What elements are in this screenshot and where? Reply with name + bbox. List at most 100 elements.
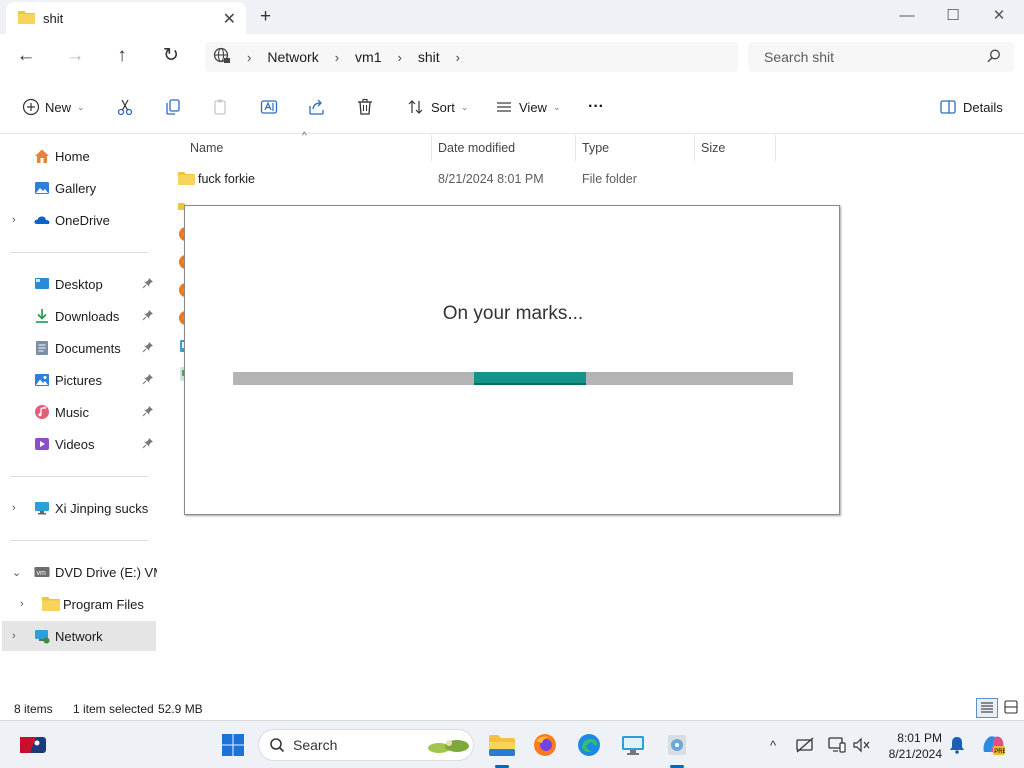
breadcrumb-separator[interactable]: ›: [456, 50, 460, 65]
chevron-right-icon[interactable]: ›: [12, 502, 16, 514]
sidebar-item-label: Network: [55, 628, 103, 644]
delete-button[interactable]: [354, 94, 376, 120]
progress-indicator: [474, 372, 586, 385]
volume-muted-icon[interactable]: [852, 735, 872, 755]
chevron-down-icon: ⌄: [460, 101, 469, 112]
tiles-view-button[interactable]: [1000, 698, 1022, 718]
back-button[interactable]: ←: [12, 44, 40, 70]
minimize-button[interactable]: —: [884, 4, 930, 30]
maximize-button[interactable]: ☐: [930, 4, 976, 30]
file-date: 8/21/2024 8:01 PM: [438, 172, 544, 186]
sidebar-item-videos[interactable]: Videos: [2, 429, 156, 459]
dvd-drive-icon: vm: [34, 564, 50, 580]
breadcrumb-separator[interactable]: ›: [398, 50, 402, 65]
pin-icon[interactable]: [142, 373, 154, 388]
pin-icon[interactable]: [142, 405, 154, 420]
sidebar-item-music[interactable]: Music: [2, 397, 156, 427]
explorer-tab[interactable]: shit ✕: [6, 2, 246, 34]
up-button[interactable]: ↑: [108, 44, 136, 70]
chevron-down-icon[interactable]: ⌄: [12, 566, 21, 579]
search-highlight-image: [427, 735, 471, 758]
display-icon[interactable]: [827, 735, 847, 755]
breadcrumb-vm1[interactable]: vm1: [355, 49, 381, 65]
music-icon: [34, 404, 50, 420]
sidebar-item-gallery[interactable]: Gallery: [2, 173, 156, 203]
search-box[interactable]: [748, 42, 1014, 72]
search-icon[interactable]: [986, 48, 1002, 67]
pin-icon[interactable]: [142, 341, 154, 356]
progress-track: [233, 372, 793, 385]
column-header-type[interactable]: Type: [576, 135, 695, 161]
details-pane-button[interactable]: Details: [937, 94, 1003, 120]
onedrive-icon: [34, 212, 50, 228]
sidebar-item-label: Documents: [55, 340, 121, 356]
chevron-right-icon[interactable]: ›: [20, 598, 24, 610]
file-explorer-taskbar-icon[interactable]: [488, 731, 516, 759]
sidebar-item-label: Gallery: [55, 180, 97, 196]
refresh-button[interactable]: ↻: [157, 44, 185, 70]
sidebar-item-dvd-drive[interactable]: ⌄ vm DVD Drive (E:) VMware Tools: [2, 557, 157, 587]
share-icon: [306, 96, 328, 118]
details-view-button[interactable]: [976, 698, 998, 718]
column-header-date-modified[interactable]: Date modified: [432, 135, 576, 161]
windows-start-button[interactable]: [219, 731, 247, 759]
copilot-icon[interactable]: PRE: [980, 735, 1006, 755]
edge-taskbar-icon[interactable]: [575, 731, 603, 759]
sidebar-item-pictures[interactable]: Pictures: [2, 365, 156, 395]
network-globe-icon[interactable]: [213, 47, 231, 68]
chevron-right-icon[interactable]: ›: [12, 630, 16, 642]
address-bar: ← → ↑ ↻ › Network › vm1 › shit ›: [0, 34, 1024, 80]
pin-icon[interactable]: [142, 437, 154, 452]
close-window-button[interactable]: ✕: [976, 4, 1022, 30]
clock-time: 8:01 PM: [897, 731, 942, 745]
sidebar-item-program-files[interactable]: › Program Files: [2, 589, 156, 619]
close-tab-icon[interactable]: ✕: [223, 9, 236, 29]
breadcrumb[interactable]: › Network › vm1 › shit ›: [205, 42, 738, 72]
downloads-icon: [34, 308, 50, 324]
table-row[interactable]: fuck forkie 8/21/2024 8:01 PM File folde…: [176, 165, 776, 193]
firefox-taskbar-icon[interactable]: [531, 731, 559, 759]
paste-button[interactable]: [210, 94, 232, 120]
taskbar-search[interactable]: Search: [258, 729, 474, 761]
sort-button[interactable]: Sort ⌄: [405, 94, 468, 120]
notification-bell-icon[interactable]: [947, 735, 967, 755]
sidebar-item-home[interactable]: Home: [2, 141, 156, 171]
sidebar-item-desktop[interactable]: Desktop: [2, 269, 156, 299]
remote-desktop-taskbar-icon[interactable]: [619, 731, 647, 759]
share-button[interactable]: [306, 94, 328, 120]
view-button[interactable]: View ⌄: [493, 94, 561, 120]
rename-button[interactable]: [258, 94, 280, 120]
folder-icon: [178, 171, 195, 187]
copy-button[interactable]: [162, 94, 184, 120]
sidebar-item-label: Videos: [55, 436, 95, 452]
installer-taskbar-icon[interactable]: [663, 731, 691, 759]
chevron-down-icon: ⌄: [77, 101, 85, 112]
sidebar-item-network[interactable]: › Network: [2, 621, 156, 651]
pin-icon[interactable]: [142, 309, 154, 324]
forward-button[interactable]: →: [61, 44, 89, 70]
cut-button[interactable]: [114, 94, 136, 120]
breadcrumb-network[interactable]: Network: [267, 49, 318, 65]
sidebar-item-label: Downloads: [55, 308, 120, 324]
sidebar-item-documents[interactable]: Documents: [2, 333, 156, 363]
breadcrumb-separator[interactable]: ›: [335, 50, 339, 65]
new-button[interactable]: New ⌄: [20, 94, 85, 120]
sidebar-item-this-pc[interactable]: › Xi Jinping sucks: [2, 493, 156, 523]
column-header-name[interactable]: Name: [184, 135, 432, 161]
new-tab-button[interactable]: +: [260, 6, 271, 28]
folder-icon: [18, 10, 35, 27]
sidebar-item-onedrive[interactable]: › OneDrive: [2, 205, 156, 235]
pin-icon[interactable]: [142, 277, 154, 292]
mlb-widget-icon[interactable]: [18, 731, 48, 759]
clock[interactable]: 8:01 PM 8/21/2024: [880, 730, 942, 762]
sidebar-item-label: OneDrive: [55, 212, 110, 228]
chevron-right-icon[interactable]: ›: [12, 214, 16, 226]
search-input[interactable]: [764, 49, 974, 65]
show-hidden-icons-button[interactable]: ^: [763, 735, 783, 755]
breadcrumb-separator[interactable]: ›: [247, 50, 251, 65]
column-header-size[interactable]: Size: [695, 135, 776, 161]
breadcrumb-shit[interactable]: shit: [418, 49, 440, 65]
more-options-button[interactable]: ···: [588, 94, 604, 120]
sidebar-item-downloads[interactable]: Downloads: [2, 301, 156, 331]
network-disconnected-icon[interactable]: [795, 735, 815, 755]
